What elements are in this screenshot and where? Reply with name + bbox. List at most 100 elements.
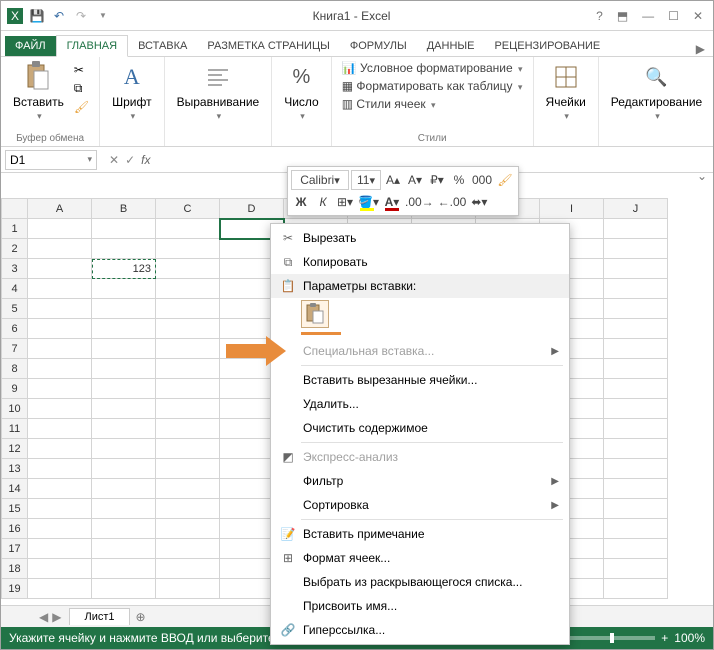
align-button[interactable]: Выравнивание ▾ — [171, 59, 266, 124]
cell-J13[interactable] — [604, 459, 668, 479]
cell-C9[interactable] — [156, 379, 220, 399]
tab-review[interactable]: РЕЦЕНЗИРОВАНИЕ — [484, 36, 610, 56]
row-header-13[interactable]: 13 — [2, 459, 28, 479]
cell-B16[interactable] — [92, 519, 156, 539]
cell-A13[interactable] — [28, 459, 92, 479]
collapse-ribbon-icon[interactable]: ⌄ — [697, 169, 707, 183]
italic-icon[interactable]: К — [313, 192, 333, 212]
cell-J3[interactable] — [604, 259, 668, 279]
cell-C16[interactable] — [156, 519, 220, 539]
row-header-12[interactable]: 12 — [2, 439, 28, 459]
format-painter-icon[interactable]: 🖌 — [74, 100, 89, 114]
cell-J14[interactable] — [604, 479, 668, 499]
cell-A1[interactable] — [28, 219, 92, 239]
sheet-next-icon[interactable]: ▶ — [52, 610, 61, 624]
cell-A11[interactable] — [28, 419, 92, 439]
cell-B13[interactable] — [92, 459, 156, 479]
ctx-copy[interactable]: ⧉ Копировать — [271, 250, 569, 274]
ctx-clear[interactable]: Очистить содержимое — [271, 416, 569, 440]
col-header-I[interactable]: I — [540, 199, 604, 219]
cell-J7[interactable] — [604, 339, 668, 359]
cell-A18[interactable] — [28, 559, 92, 579]
col-header-C[interactable]: C — [156, 199, 220, 219]
cut-icon[interactable]: ✂ — [74, 63, 89, 77]
cell-C15[interactable] — [156, 499, 220, 519]
ctx-sort[interactable]: Сортировка ▶ — [271, 493, 569, 517]
cell-A16[interactable] — [28, 519, 92, 539]
cell-J18[interactable] — [604, 559, 668, 579]
cell-C14[interactable] — [156, 479, 220, 499]
close-icon[interactable]: ✕ — [693, 9, 703, 23]
cell-C18[interactable] — [156, 559, 220, 579]
cell-C3[interactable] — [156, 259, 220, 279]
row-header-8[interactable]: 8 — [2, 359, 28, 379]
ctx-dropdown[interactable]: Выбрать из раскрывающегося списка... — [271, 570, 569, 594]
cell-B19[interactable] — [92, 579, 156, 599]
increase-decimal-icon[interactable]: .00→ — [404, 192, 435, 212]
cell-J2[interactable] — [604, 239, 668, 259]
fill-color-icon[interactable]: 🪣▾ — [357, 192, 380, 212]
mini-size-select[interactable]: 11 ▾ — [351, 170, 381, 190]
cell-A2[interactable] — [28, 239, 92, 259]
cell-B7[interactable] — [92, 339, 156, 359]
cell-A5[interactable] — [28, 299, 92, 319]
fx-icon[interactable]: fx — [141, 153, 150, 167]
row-header-2[interactable]: 2 — [2, 239, 28, 259]
ctx-delete[interactable]: Удалить... — [271, 392, 569, 416]
sheet-prev-icon[interactable]: ◀ — [39, 610, 48, 624]
cell-B3[interactable]: 123 — [92, 259, 156, 279]
row-header-10[interactable]: 10 — [2, 399, 28, 419]
ctx-comment[interactable]: 📝 Вставить примечание — [271, 522, 569, 546]
zoom-in-icon[interactable]: + — [661, 631, 668, 645]
cell-C2[interactable] — [156, 239, 220, 259]
cell-J17[interactable] — [604, 539, 668, 559]
border-icon[interactable]: ⊞▾ — [335, 192, 355, 212]
cond-format-button[interactable]: 📊 Условное форматирование ▾ — [342, 61, 523, 75]
name-box[interactable]: D1 ▾ — [5, 150, 97, 170]
cell-J16[interactable] — [604, 519, 668, 539]
cell-A14[interactable] — [28, 479, 92, 499]
cell-J9[interactable] — [604, 379, 668, 399]
cell-J12[interactable] — [604, 439, 668, 459]
cell-B14[interactable] — [92, 479, 156, 499]
row-header-11[interactable]: 11 — [2, 419, 28, 439]
cell-A9[interactable] — [28, 379, 92, 399]
cell-C4[interactable] — [156, 279, 220, 299]
cell-C13[interactable] — [156, 459, 220, 479]
decrease-font-icon[interactable]: A▾ — [405, 170, 425, 190]
cancel-icon[interactable]: ✕ — [109, 153, 119, 167]
ctx-name[interactable]: Присвоить имя... — [271, 594, 569, 618]
chevron-down-icon[interactable]: ▾ — [85, 154, 92, 165]
cell-A4[interactable] — [28, 279, 92, 299]
percent-icon[interactable]: % — [449, 170, 469, 190]
cell-A3[interactable] — [28, 259, 92, 279]
cell-B12[interactable] — [92, 439, 156, 459]
row-header-4[interactable]: 4 — [2, 279, 28, 299]
cell-C6[interactable] — [156, 319, 220, 339]
cell-B10[interactable] — [92, 399, 156, 419]
maximize-icon[interactable]: ☐ — [668, 9, 679, 23]
increase-font-icon[interactable]: A▴ — [383, 170, 403, 190]
row-header-14[interactable]: 14 — [2, 479, 28, 499]
minimize-icon[interactable]: — — [642, 9, 654, 23]
cell-B5[interactable] — [92, 299, 156, 319]
cell-A15[interactable] — [28, 499, 92, 519]
ctx-filter[interactable]: Фильтр ▶ — [271, 469, 569, 493]
cell-C10[interactable] — [156, 399, 220, 419]
row-header-6[interactable]: 6 — [2, 319, 28, 339]
cell-J19[interactable] — [604, 579, 668, 599]
paste-default-button[interactable] — [301, 300, 329, 328]
col-header-A[interactable]: A — [28, 199, 92, 219]
row-header-15[interactable]: 15 — [2, 499, 28, 519]
redo-icon[interactable]: ↷ — [73, 8, 89, 24]
qat-dropdown-icon[interactable]: ▼ — [95, 8, 111, 24]
cell-A8[interactable] — [28, 359, 92, 379]
number-button[interactable]: % Число ▾ — [278, 59, 325, 124]
cell-B11[interactable] — [92, 419, 156, 439]
cell-A19[interactable] — [28, 579, 92, 599]
bold-icon[interactable]: Ж — [291, 192, 311, 212]
cell-C1[interactable] — [156, 219, 220, 239]
cell-B17[interactable] — [92, 539, 156, 559]
ctx-cut[interactable]: ✂ Вырезать — [271, 226, 569, 250]
ribbon-options-icon[interactable]: ⬒ — [617, 9, 628, 23]
